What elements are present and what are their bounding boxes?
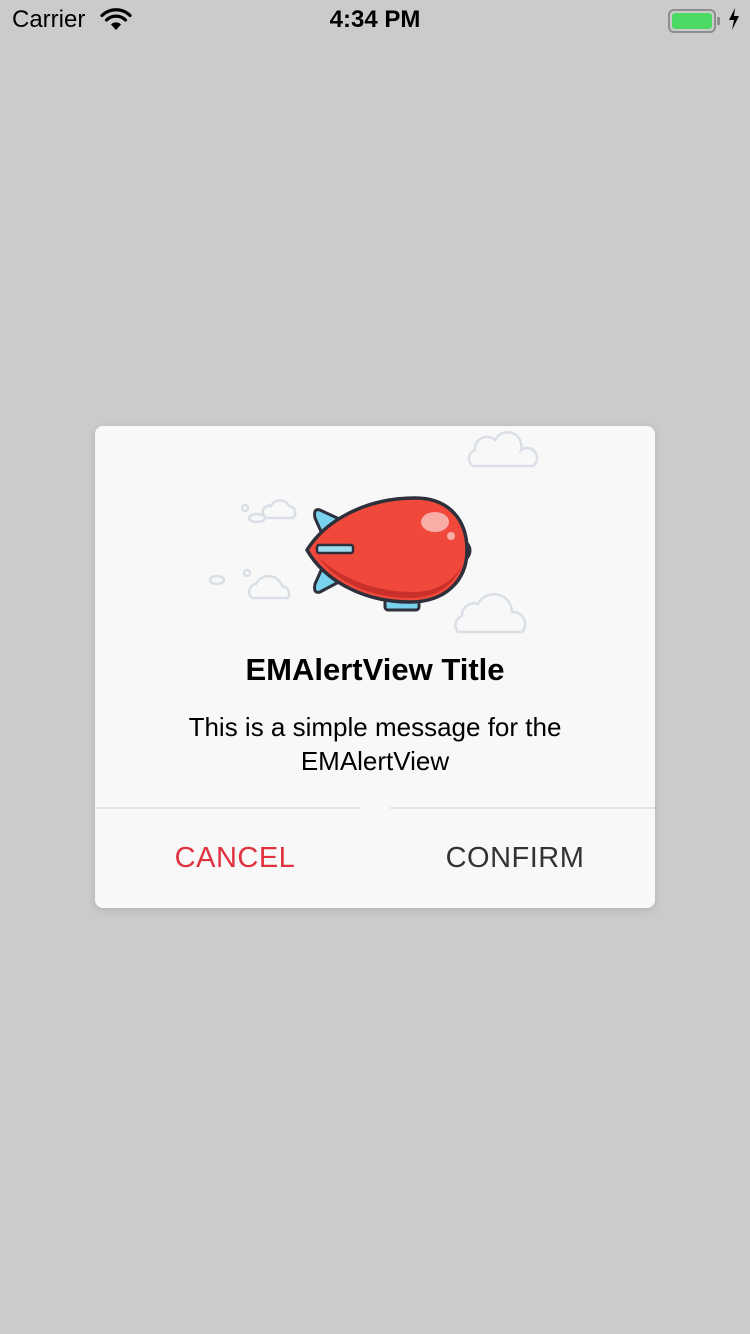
status-bar: Carrier 4:34 PM bbox=[0, 0, 750, 40]
alert-dialog: EMAlertView Title This is a simple messa… bbox=[95, 426, 655, 908]
airship-icon bbox=[95, 426, 655, 641]
charging-bolt-icon bbox=[727, 7, 741, 36]
status-time: 4:34 PM bbox=[329, 6, 421, 33]
cancel-button[interactable]: CANCEL bbox=[95, 809, 375, 908]
alert-title: EMAlertView Title bbox=[245, 652, 505, 687]
alert-message: This is a simple message for the EMAlert… bbox=[188, 712, 562, 776]
confirm-button[interactable]: CONFIRM bbox=[375, 809, 655, 908]
battery-icon bbox=[668, 8, 722, 39]
